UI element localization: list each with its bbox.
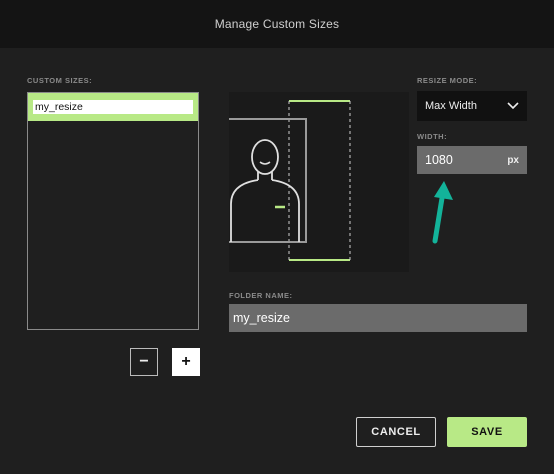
- resize-mode-dropdown[interactable]: Max Width: [417, 91, 527, 121]
- resize-mode-label: RESIZE MODE:: [417, 76, 478, 85]
- add-size-button[interactable]: +: [172, 348, 200, 376]
- width-field[interactable]: 1080 px: [417, 146, 527, 174]
- width-value[interactable]: 1080: [425, 153, 453, 167]
- cancel-button[interactable]: CANCEL: [356, 417, 436, 447]
- annotation-arrow-icon: [432, 181, 453, 244]
- list-item[interactable]: [28, 93, 198, 121]
- resize-mode-value: Max Width: [425, 100, 477, 112]
- folder-name-value: my_resize: [233, 311, 290, 325]
- save-button[interactable]: SAVE: [447, 417, 527, 447]
- chevron-down-icon: [507, 102, 519, 110]
- custom-sizes-label: CUSTOM SIZES:: [27, 76, 93, 85]
- remove-size-button[interactable]: −: [130, 348, 158, 376]
- custom-sizes-list[interactable]: [27, 92, 199, 330]
- folder-name-label: FOLDER NAME:: [229, 291, 293, 300]
- width-label: WIDTH:: [417, 132, 448, 141]
- dialog-titlebar: Manage Custom Sizes: [0, 0, 554, 48]
- resize-preview: [229, 92, 409, 272]
- width-unit: px: [507, 154, 519, 166]
- folder-name-input[interactable]: my_resize: [229, 304, 527, 332]
- custom-size-name-input[interactable]: [33, 100, 193, 114]
- dialog-title: Manage Custom Sizes: [214, 17, 340, 31]
- person-silhouette-icon: [229, 100, 351, 261]
